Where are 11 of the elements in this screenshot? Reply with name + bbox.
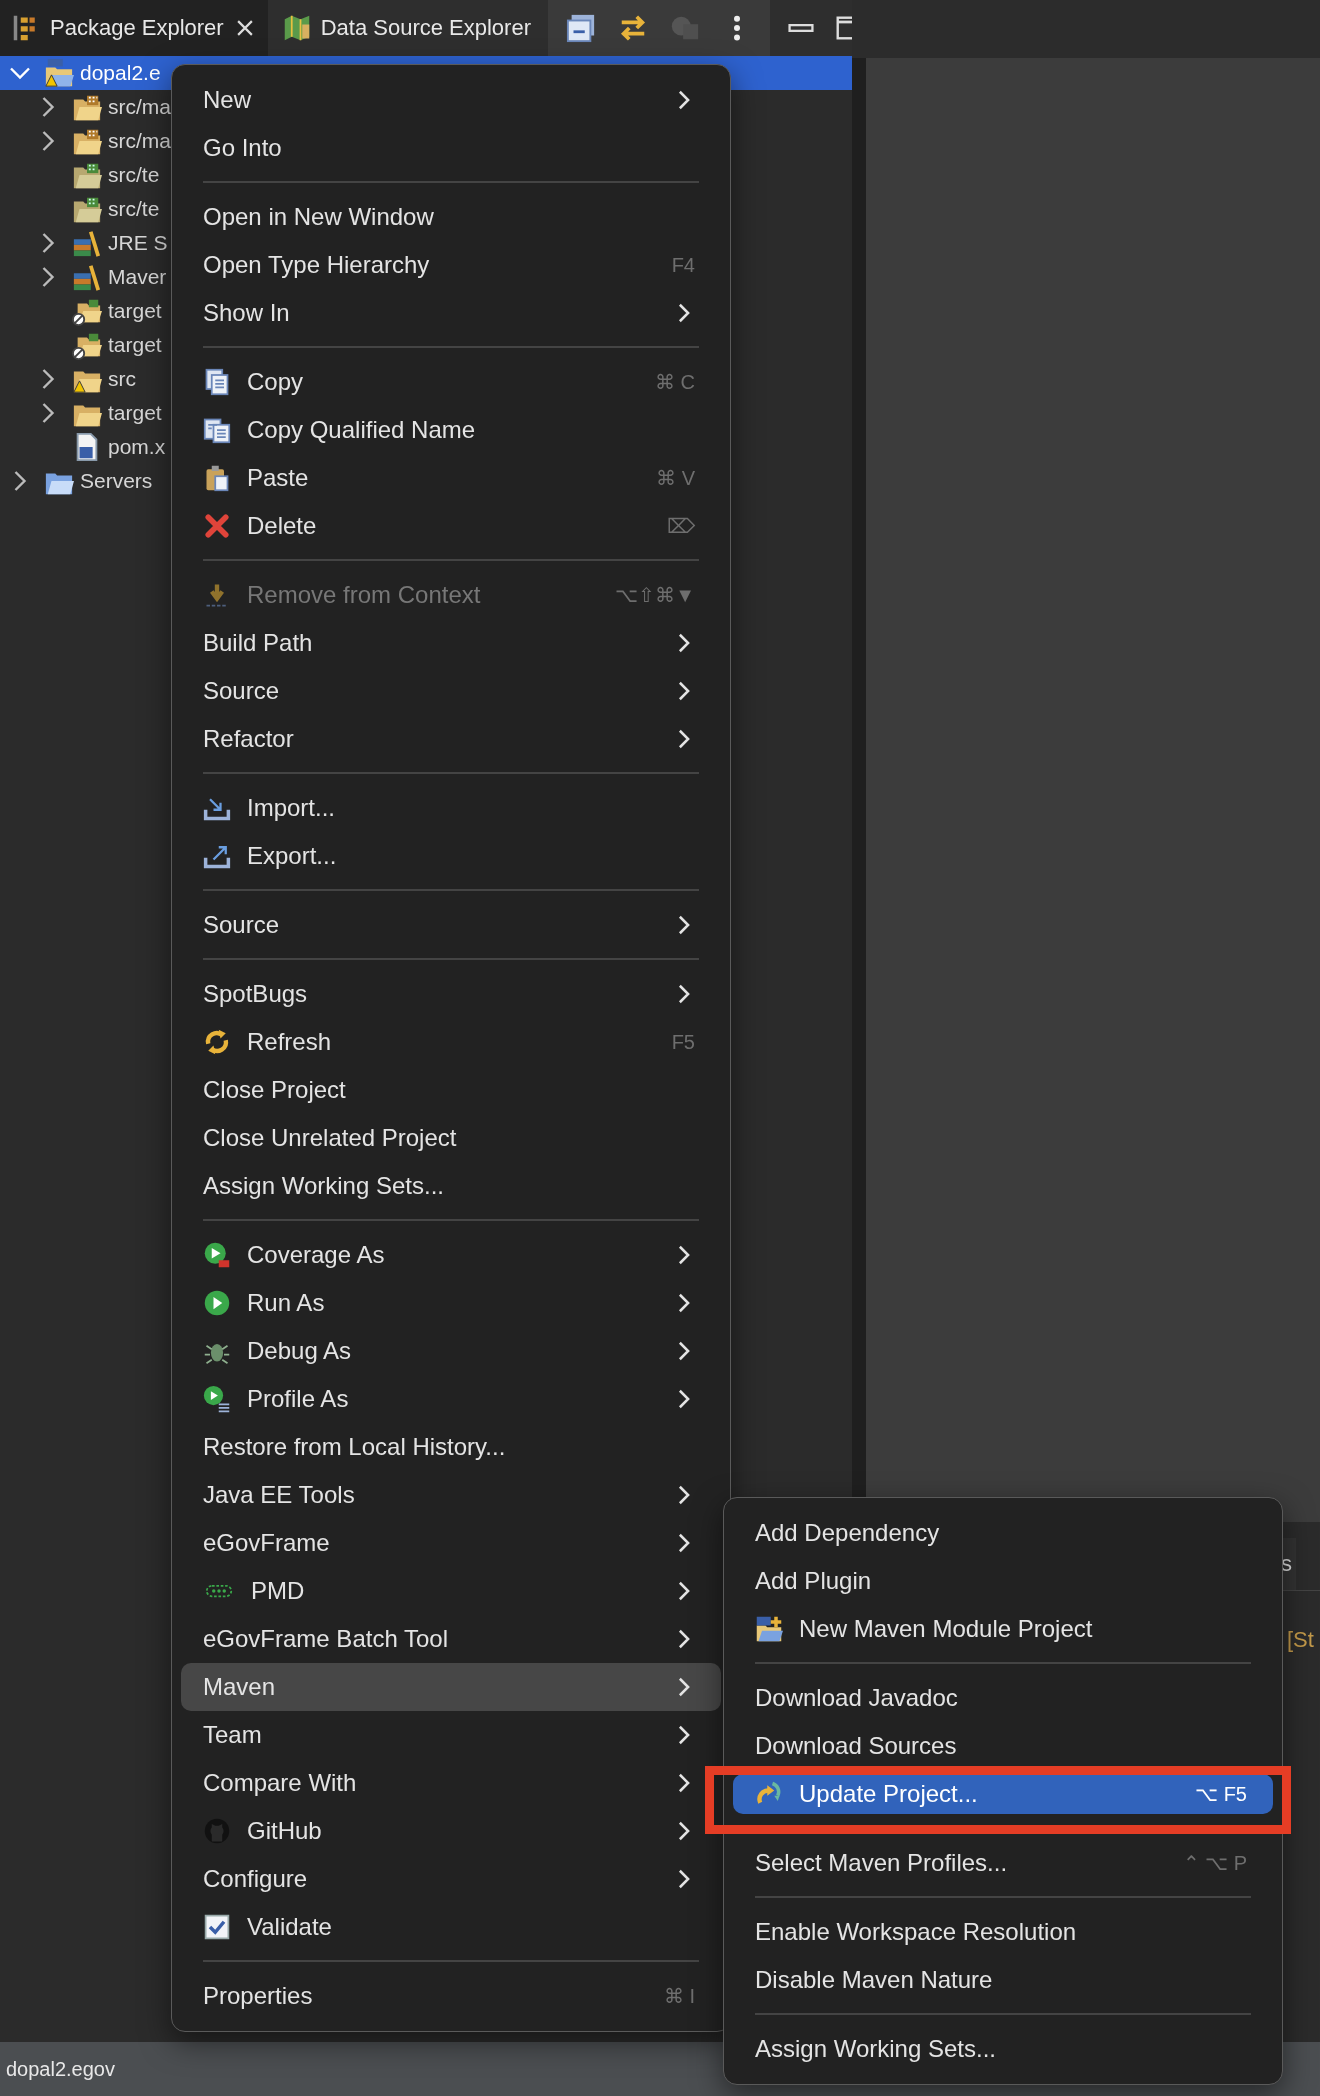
shortcut-label: ⌥⇧⌘▼ bbox=[615, 583, 695, 607]
shortcut-label: ⌦ bbox=[667, 514, 695, 538]
shortcut-label: ⌃ ⌥ P bbox=[1182, 1851, 1247, 1875]
shortcut-label: ⌘ I bbox=[663, 1984, 695, 2008]
console-text: [St bbox=[1287, 1627, 1315, 1653]
status-text: dopal2.egov bbox=[6, 2057, 115, 2081]
shortcut-label: ⌘ V bbox=[656, 466, 695, 490]
shortcut-label: ⌥ F5 bbox=[1195, 1782, 1247, 1806]
shortcut-label: ⌘ C bbox=[655, 370, 695, 394]
shortcut-label: F4 bbox=[671, 253, 695, 277]
shortcut-label: F5 bbox=[671, 1030, 695, 1054]
